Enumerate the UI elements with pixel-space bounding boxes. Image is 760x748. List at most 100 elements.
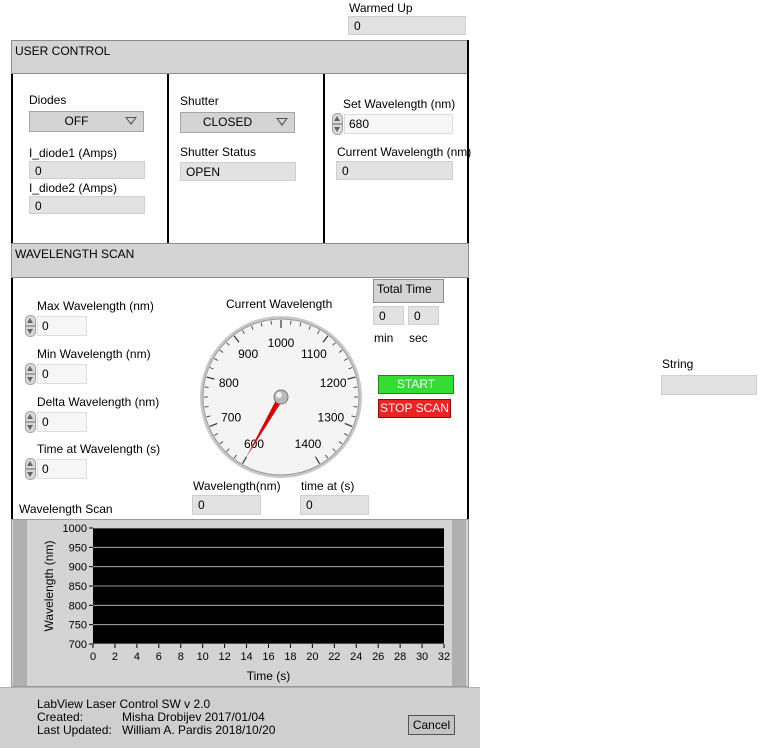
- wavelength-nm-label: Wavelength(nm): [193, 479, 281, 493]
- y-tick-label: 700: [69, 639, 87, 651]
- time-at-wavelength-spinner[interactable]: [25, 458, 36, 480]
- gauge-label: Current Wavelength: [226, 297, 333, 311]
- gauge-minor-tick: [204, 406, 209, 408]
- total-time-min-value: 0: [373, 306, 404, 325]
- last-updated-value: William A. Pardis 2018/10/20: [122, 723, 276, 737]
- gauge-tick-label: 1300: [318, 411, 345, 425]
- total-time-sec-value: 0: [408, 306, 439, 325]
- x-axis-label: Time (s): [247, 669, 291, 683]
- increment-arrow-icon[interactable]: [332, 113, 343, 124]
- diodes-select[interactable]: OFF: [29, 111, 144, 132]
- gauge-tick-label: 1100: [301, 347, 327, 361]
- current-wavelength-label: Current Wavelength (nm): [337, 145, 472, 159]
- x-tick-label: 14: [240, 651, 252, 663]
- i-diode1-value: 0: [29, 161, 145, 179]
- max-wavelength-spinner[interactable]: [25, 315, 36, 337]
- wavelength-scan-chart: 10009509008508007507000 2 4 6 8 10 12 14 16 18 20 2…: [42, 523, 450, 683]
- i-diode2-label: I_diode2 (Amps): [29, 181, 118, 195]
- x-tick-label: 30: [416, 651, 428, 663]
- x-tick-label: 18: [284, 651, 296, 663]
- gauge-tick-label: 1000: [268, 336, 295, 350]
- user-control-header: USER CONTROL: [11, 40, 469, 74]
- wavelength-scan-chart-label: Wavelength Scan: [19, 502, 113, 516]
- chart-right-bar: [452, 520, 466, 686]
- set-wavelength-spinner[interactable]: [332, 113, 343, 135]
- time-at-wavelength-input[interactable]: 0: [37, 459, 87, 479]
- increment-arrow-icon[interactable]: [25, 458, 36, 469]
- time-at-wavelength-label: Time at Wavelength (s): [37, 442, 161, 456]
- chevron-down-icon: [276, 118, 288, 126]
- gauge-minor-tick: [270, 320, 272, 325]
- min-wavelength-spinner[interactable]: [25, 363, 36, 385]
- created-value: Misha Drobijev 2017/01/04: [122, 710, 265, 724]
- set-wavelength-label: Set Wavelength (nm): [343, 97, 456, 111]
- min-unit-label: min: [374, 331, 394, 345]
- created-label: Created:: [37, 710, 84, 724]
- shutter-label: Shutter: [180, 94, 219, 108]
- total-time-label: Total Time: [373, 279, 444, 303]
- gauge-tick-label: 1200: [320, 376, 347, 390]
- min-wavelength-input[interactable]: 0: [37, 364, 87, 384]
- y-tick-label: 950: [69, 542, 87, 554]
- max-wavelength-input[interactable]: 0: [37, 316, 87, 336]
- increment-arrow-icon[interactable]: [25, 411, 36, 422]
- gauge-minor-tick: [353, 386, 358, 388]
- wavelength-nm-value: 0: [192, 495, 261, 515]
- start-scan-button[interactable]: START SCAN: [378, 375, 454, 407]
- wavelength-scan-header: WAVELENGTH SCAN: [11, 243, 469, 278]
- delta-wavelength-label: Delta Wavelength (nm): [37, 395, 160, 409]
- x-tick-label: 16: [262, 651, 274, 663]
- shutter-select[interactable]: CLOSED: [180, 112, 295, 133]
- x-tick-label: 10: [197, 651, 209, 663]
- delta-wavelength-spinner[interactable]: [25, 411, 36, 433]
- y-tick-label: 850: [69, 581, 87, 593]
- x-tick-label: 8: [178, 651, 184, 663]
- decrement-arrow-icon[interactable]: [332, 124, 343, 135]
- warmed-up-label: Warmed Up: [349, 1, 413, 15]
- y-axis-label: Wavelength (nm): [42, 541, 56, 632]
- y-tick-label: 1000: [63, 523, 87, 535]
- gauge-minor-tick: [353, 406, 358, 408]
- set-wavelength-input[interactable]: 680: [344, 114, 453, 134]
- sec-unit-label: sec: [409, 331, 428, 345]
- gauge-tick-label: 1400: [295, 437, 322, 451]
- gauge-minor-tick: [290, 320, 292, 325]
- x-tick-label: 12: [219, 651, 231, 663]
- x-tick-label: 26: [372, 651, 384, 663]
- last-updated-label: Last Updated:: [37, 723, 112, 737]
- x-tick-label: 22: [328, 651, 340, 663]
- decrement-arrow-icon[interactable]: [25, 469, 36, 480]
- delta-wavelength-input[interactable]: 0: [37, 412, 87, 432]
- wavelength-gauge: 60070080090010001100120013001400: [200, 316, 362, 478]
- string-label: String: [662, 357, 694, 371]
- chart-left-bar: [13, 520, 27, 686]
- x-tick-label: 28: [394, 651, 406, 663]
- cancel-button[interactable]: Cancel: [408, 715, 455, 735]
- decrement-arrow-icon[interactable]: [25, 326, 36, 337]
- x-tick-label: 2: [112, 651, 118, 663]
- x-tick-label: 24: [350, 651, 362, 663]
- string-value: [661, 375, 757, 395]
- shutter-select-value: CLOSED: [202, 115, 253, 129]
- frame-divider-1: [167, 74, 169, 244]
- x-tick-label: 32: [438, 651, 450, 663]
- y-tick-label: 900: [69, 562, 87, 574]
- increment-arrow-icon[interactable]: [25, 363, 36, 374]
- gauge-tick-label: 900: [238, 347, 258, 361]
- app-name: LabView Laser Control SW v 2.0: [37, 697, 211, 711]
- decrement-arrow-icon[interactable]: [25, 422, 36, 433]
- gauge-tick-label: 800: [219, 376, 239, 390]
- stop-scan-button[interactable]: STOP SCAN: [378, 399, 451, 418]
- increment-arrow-icon[interactable]: [25, 315, 36, 326]
- frame-left: [11, 74, 13, 244]
- time-at-label: time at (s): [301, 479, 355, 493]
- x-tick-label: 20: [306, 651, 318, 663]
- y-tick-label: 800: [69, 600, 87, 612]
- frame-divider-2: [323, 74, 325, 244]
- max-wavelength-label: Max Wavelength (nm): [37, 299, 154, 313]
- chevron-down-icon: [125, 117, 137, 125]
- x-tick-label: 0: [90, 651, 96, 663]
- gauge-tick-label: 700: [221, 411, 241, 425]
- y-tick-label: 750: [69, 620, 87, 632]
- decrement-arrow-icon[interactable]: [25, 374, 36, 385]
